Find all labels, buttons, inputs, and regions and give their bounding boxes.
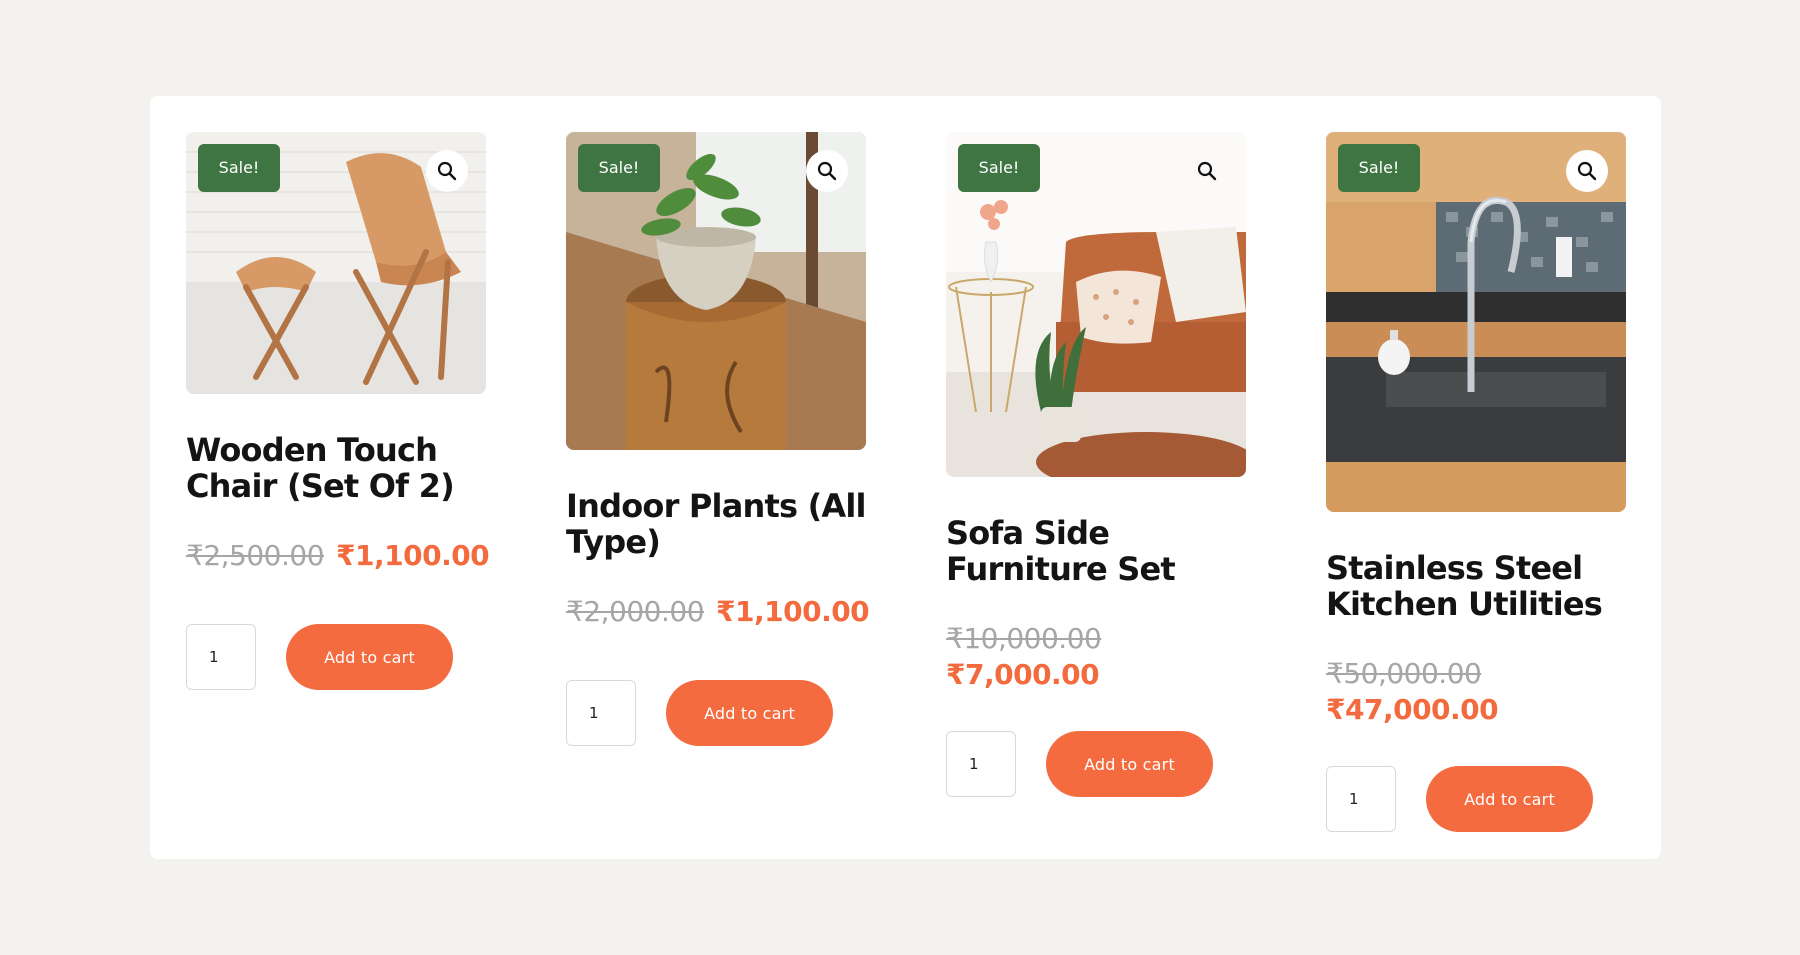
quantity-input[interactable]	[1326, 766, 1396, 832]
add-to-cart-form: Add to cart	[566, 680, 866, 746]
product-image-link[interactable]: Sale!	[186, 132, 486, 394]
quantity-input[interactable]	[186, 624, 256, 690]
product-title[interactable]: Wooden Touch Chair (Set Of 2)	[186, 432, 486, 504]
product-image-link[interactable]: Sale!	[1326, 132, 1626, 512]
price: ₹10,000.00 ₹7,000.00	[946, 621, 1246, 693]
regular-price: ₹50,000.00	[1326, 657, 1482, 690]
magnifier-icon	[437, 161, 457, 181]
add-to-cart-form: Add to cart	[946, 731, 1246, 797]
add-to-cart-button[interactable]: Add to cart	[666, 680, 833, 746]
product-title[interactable]: Indoor Plants (All Type)	[566, 488, 867, 560]
add-to-cart-button[interactable]: Add to cart	[286, 624, 453, 690]
sale-price: ₹1,100.00	[716, 595, 870, 628]
zoom-button[interactable]	[1566, 150, 1608, 192]
product-card: Sale! Sofa Side Furniture Set ₹10,000.00…	[946, 132, 1246, 797]
product-image-link[interactable]: Sale!	[566, 132, 866, 450]
add-to-cart-button[interactable]: Add to cart	[1046, 731, 1213, 797]
magnifier-icon	[817, 161, 837, 181]
product-card: Sale! Indoor Plants (All Type) ₹2,000.00…	[566, 132, 870, 746]
regular-price: ₹2,000.00	[566, 595, 705, 628]
price: ₹2,000.00 ₹1,100.00	[566, 594, 870, 630]
magnifier-icon	[1197, 161, 1217, 181]
magnifier-icon	[1577, 161, 1597, 181]
add-to-cart-form: Add to cart	[186, 624, 486, 690]
sale-badge: Sale!	[958, 144, 1040, 192]
price: ₹50,000.00 ₹47,000.00	[1326, 656, 1626, 728]
quantity-input[interactable]	[566, 680, 636, 746]
zoom-button[interactable]	[426, 150, 468, 192]
sale-price: ₹1,100.00	[336, 539, 490, 572]
quantity-input[interactable]	[946, 731, 1016, 797]
add-to-cart-form: Add to cart	[1326, 766, 1626, 832]
price: ₹2,500.00 ₹1,100.00	[186, 538, 490, 574]
product-card: Sale! Wooden Touch Chair (Set Of 2) ₹2,5…	[186, 132, 490, 690]
product-card: Sale! Stainless Steel Kitchen Utilities …	[1326, 132, 1626, 832]
zoom-button[interactable]	[806, 150, 848, 192]
zoom-button[interactable]	[1186, 150, 1228, 192]
sale-price: ₹7,000.00	[946, 658, 1100, 691]
regular-price: ₹2,500.00	[186, 539, 325, 572]
product-grid: Sale! Wooden Touch Chair (Set Of 2) ₹2,5…	[150, 96, 1661, 859]
sale-badge: Sale!	[578, 144, 660, 192]
sale-price: ₹47,000.00	[1326, 693, 1499, 726]
regular-price: ₹10,000.00	[946, 622, 1102, 655]
product-title[interactable]: Stainless Steel Kitchen Utilities	[1326, 550, 1626, 622]
add-to-cart-button[interactable]: Add to cart	[1426, 766, 1593, 832]
product-title[interactable]: Sofa Side Furniture Set	[946, 515, 1246, 587]
sale-badge: Sale!	[1338, 144, 1420, 192]
product-image-link[interactable]: Sale!	[946, 132, 1246, 477]
sale-badge: Sale!	[198, 144, 280, 192]
